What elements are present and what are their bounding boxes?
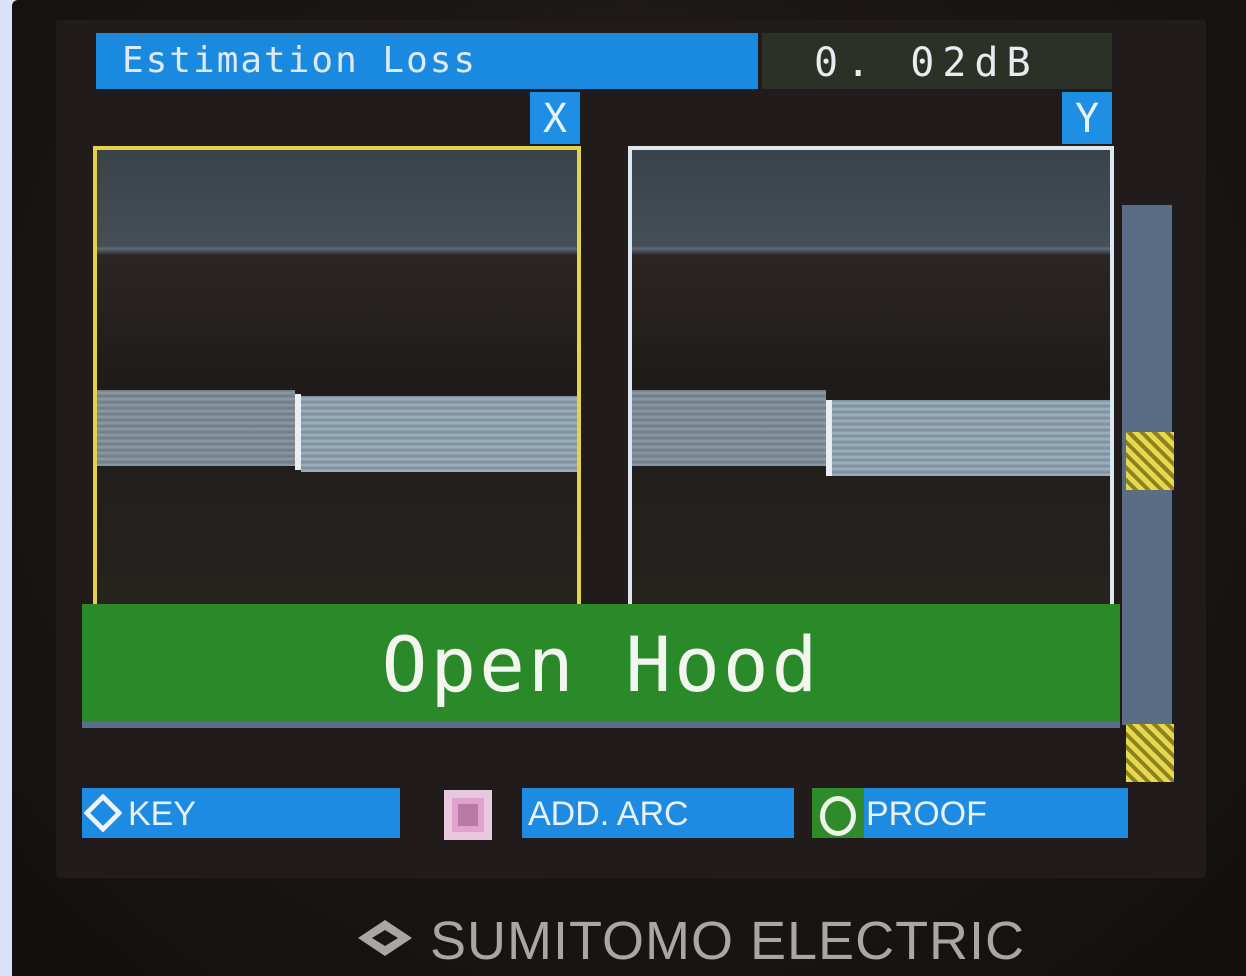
add-arc-label: ADD. ARC xyxy=(528,795,689,833)
fiber-left-y xyxy=(632,390,826,466)
square-icon xyxy=(444,790,492,840)
side-marker-bottom xyxy=(1126,724,1174,782)
fiber-right-y xyxy=(832,400,1110,476)
circle-icon xyxy=(812,788,864,838)
brand-name: SUMITOMO ELECTRIC xyxy=(430,911,1026,971)
camera-view-x xyxy=(93,146,581,608)
sumitomo-logo-icon xyxy=(358,920,412,956)
fiber-left-x xyxy=(97,390,295,466)
circle-ring xyxy=(820,796,856,836)
proof-label: PROOF xyxy=(866,795,987,833)
estimation-loss-value: 0. 02dB xyxy=(762,33,1112,89)
side-marker-top xyxy=(1126,432,1174,490)
add-arc-softkey[interactable]: ADD. ARC xyxy=(522,788,794,838)
key-softkey-label: KEY xyxy=(128,795,197,833)
estimation-loss-label: Estimation Loss xyxy=(96,33,758,89)
view-y-tag: Y xyxy=(1062,92,1112,144)
key-softkey[interactable]: KEY xyxy=(82,788,400,838)
camera-view-y xyxy=(628,146,1114,608)
diamond-icon xyxy=(84,794,122,832)
view-x-tag: X xyxy=(530,92,580,144)
status-message: Open Hood xyxy=(82,604,1120,728)
fiber-right-x xyxy=(301,396,577,472)
